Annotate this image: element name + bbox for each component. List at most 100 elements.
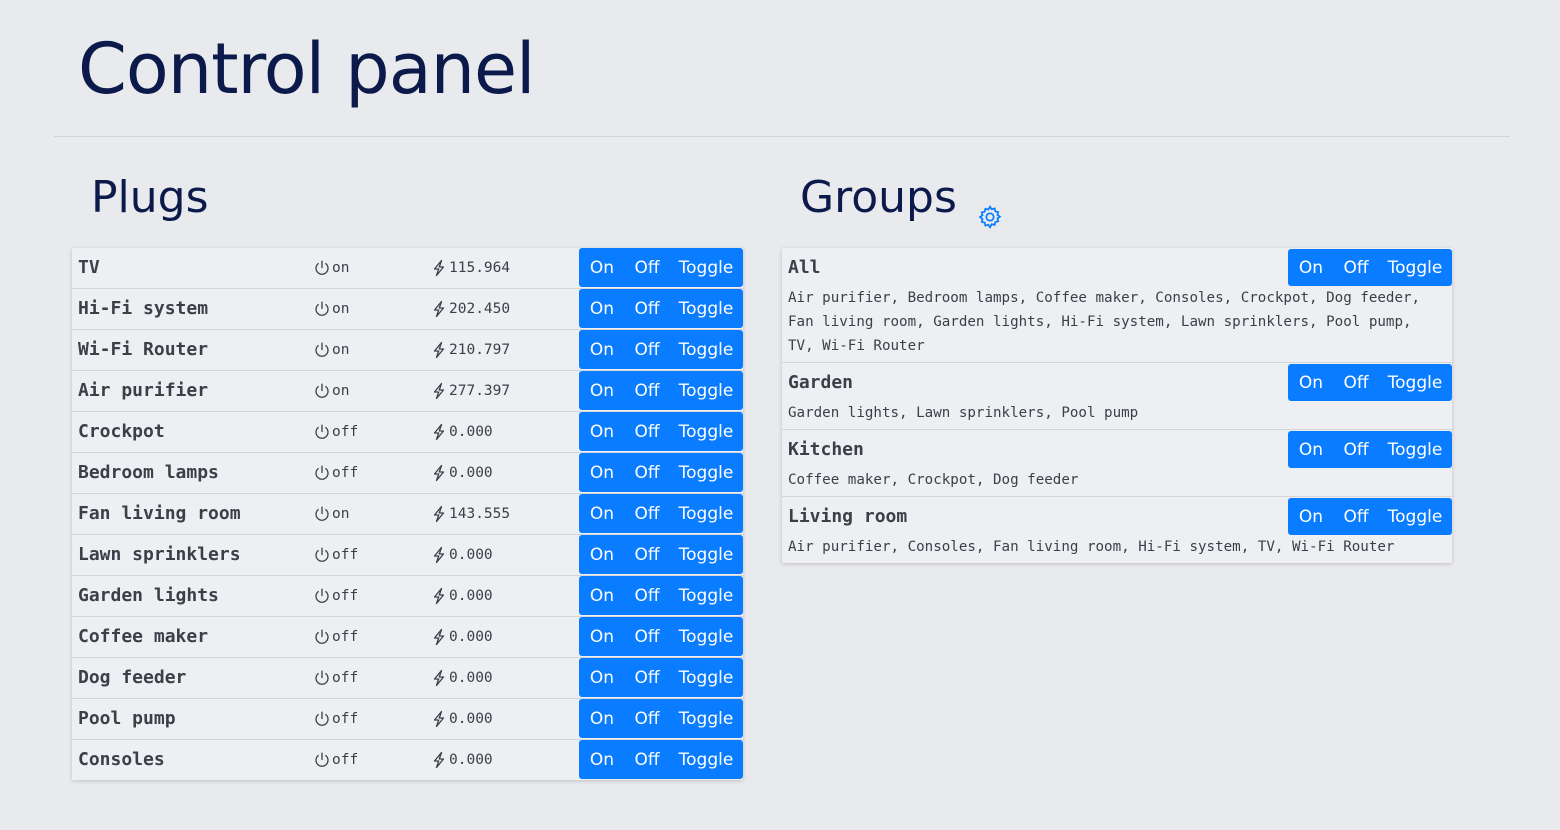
plug-name: Coffee maker <box>78 626 209 647</box>
toggle-button[interactable]: Toggle <box>669 248 743 287</box>
plug-button-group: On Off Toggle <box>579 535 743 574</box>
off-button[interactable]: Off <box>625 248 669 287</box>
on-button[interactable]: On <box>579 330 625 369</box>
plug-button-group: On Off Toggle <box>579 371 743 410</box>
group-row: Living room On Off Toggle Air purifier, … <box>782 497 1452 563</box>
off-button[interactable]: Off <box>1334 249 1378 286</box>
plug-name: Air purifier <box>78 380 209 401</box>
plug-power: 115.964 <box>430 259 510 277</box>
plug-power: 210.797 <box>430 341 510 359</box>
power-icon <box>315 342 329 357</box>
plug-state-text: off <box>332 547 359 563</box>
off-button[interactable]: Off <box>1334 431 1378 468</box>
groups-heading-label: Groups <box>800 172 957 223</box>
off-button[interactable]: Off <box>625 658 669 697</box>
on-button[interactable]: On <box>579 740 625 779</box>
off-button[interactable]: Off <box>625 371 669 410</box>
plug-state-text: on <box>332 383 350 399</box>
plug-button-group: On Off Toggle <box>579 453 743 492</box>
plug-button-group: On Off Toggle <box>579 248 743 287</box>
plug-state-text: off <box>332 588 359 604</box>
on-button[interactable]: On <box>1288 249 1334 286</box>
plug-button-group: On Off Toggle <box>579 658 743 697</box>
plug-button-group: On Off Toggle <box>579 412 743 451</box>
plug-row: Bedroom lamps off 0.000 On Off Toggle <box>72 453 743 494</box>
toggle-button[interactable]: Toggle <box>669 740 743 779</box>
plug-row: Coffee maker off 0.000 On Off Toggle <box>72 617 743 658</box>
on-button[interactable]: On <box>579 535 625 574</box>
groups-list: All On Off Toggle Air purifier, Bedroom … <box>782 248 1452 563</box>
on-button[interactable]: On <box>579 617 625 656</box>
group-name: All <box>788 257 821 278</box>
toggle-button[interactable]: Toggle <box>669 412 743 451</box>
plugs-heading: Plugs <box>91 172 209 223</box>
on-button[interactable]: On <box>579 576 625 615</box>
on-button[interactable]: On <box>1288 431 1334 468</box>
toggle-button[interactable]: Toggle <box>669 289 743 328</box>
off-button[interactable]: Off <box>625 576 669 615</box>
on-button[interactable]: On <box>579 453 625 492</box>
plug-name: Garden lights <box>78 585 219 606</box>
gear-icon[interactable] <box>977 190 1003 229</box>
off-button[interactable]: Off <box>625 699 669 738</box>
plug-button-group: On Off Toggle <box>579 494 743 533</box>
plug-power-text: 277.397 <box>449 383 511 399</box>
off-button[interactable]: Off <box>625 494 669 533</box>
toggle-button[interactable]: Toggle <box>1378 249 1452 286</box>
off-button[interactable]: Off <box>1334 364 1378 401</box>
on-button[interactable]: On <box>579 371 625 410</box>
plug-state: off <box>313 464 358 482</box>
on-button[interactable]: On <box>579 699 625 738</box>
lightning-icon <box>433 341 445 359</box>
off-button[interactable]: Off <box>1334 498 1378 535</box>
on-button[interactable]: On <box>579 494 625 533</box>
toggle-button[interactable]: Toggle <box>669 699 743 738</box>
plug-name: Crockpot <box>78 421 165 442</box>
plug-state-text: off <box>332 711 359 727</box>
plugs-list: TV on 115.964 On Off Toggle Hi-Fi system <box>72 248 743 780</box>
on-button[interactable]: On <box>579 248 625 287</box>
power-icon <box>315 670 329 685</box>
off-button[interactable]: Off <box>625 412 669 451</box>
toggle-button[interactable]: Toggle <box>669 453 743 492</box>
plug-power: 0.000 <box>430 628 493 646</box>
toggle-button[interactable]: Toggle <box>669 576 743 615</box>
toggle-button[interactable]: Toggle <box>669 535 743 574</box>
plug-name: Hi-Fi system <box>78 298 209 319</box>
toggle-button[interactable]: Toggle <box>669 658 743 697</box>
plug-power-text: 0.000 <box>449 711 493 727</box>
on-button[interactable]: On <box>1288 498 1334 535</box>
plug-power-text: 0.000 <box>449 465 493 481</box>
plug-state: off <box>313 628 358 646</box>
lightning-icon <box>433 300 445 318</box>
toggle-button[interactable]: Toggle <box>669 371 743 410</box>
off-button[interactable]: Off <box>625 330 669 369</box>
toggle-button[interactable]: Toggle <box>669 330 743 369</box>
toggle-button[interactable]: Toggle <box>1378 431 1452 468</box>
toggle-button[interactable]: Toggle <box>1378 498 1452 535</box>
off-button[interactable]: Off <box>625 453 669 492</box>
off-button[interactable]: Off <box>625 740 669 779</box>
group-name: Kitchen <box>788 439 864 460</box>
off-button[interactable]: Off <box>625 617 669 656</box>
plug-state-text: off <box>332 424 359 440</box>
plug-power: 0.000 <box>430 423 493 441</box>
group-name: Living room <box>788 506 908 527</box>
on-button[interactable]: On <box>579 289 625 328</box>
plugs-heading-label: Plugs <box>91 172 209 223</box>
toggle-button[interactable]: Toggle <box>1378 364 1452 401</box>
off-button[interactable]: Off <box>625 535 669 574</box>
toggle-button[interactable]: Toggle <box>669 617 743 656</box>
plug-power: 0.000 <box>430 751 493 769</box>
plug-state: off <box>313 751 358 769</box>
plug-row: Fan living room on 143.555 On Off Toggle <box>72 494 743 535</box>
off-button[interactable]: Off <box>625 289 669 328</box>
on-button[interactable]: On <box>1288 364 1334 401</box>
on-button[interactable]: On <box>579 658 625 697</box>
lightning-icon <box>433 751 445 769</box>
plug-name: TV <box>78 257 100 278</box>
on-button[interactable]: On <box>579 412 625 451</box>
toggle-button[interactable]: Toggle <box>669 494 743 533</box>
plug-power-text: 0.000 <box>449 588 493 604</box>
plug-name: Pool pump <box>78 708 176 729</box>
